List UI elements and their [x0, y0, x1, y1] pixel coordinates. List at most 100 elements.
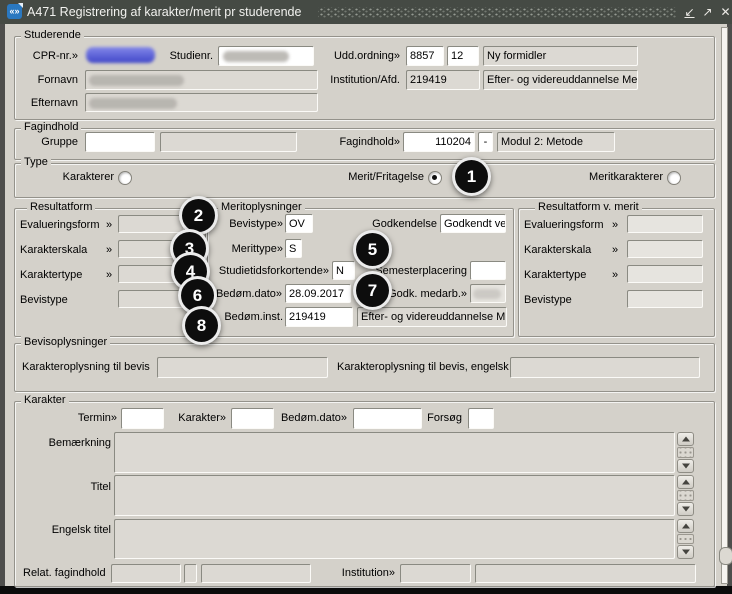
bedominst-field[interactable]: 219419: [285, 307, 353, 327]
bedominst-label: Bedøm.inst.: [224, 311, 283, 323]
group-fagindhold-legend: Fagindhold: [21, 121, 82, 134]
studietidsforkortende-field[interactable]: N: [332, 261, 355, 280]
merit-karakterskala-required-marker: »: [612, 244, 619, 256]
karakter-label: Karakter»: [178, 412, 226, 424]
bevistype-field: [118, 290, 184, 308]
studienr-field[interactable]: [218, 46, 314, 66]
scroll-up-icon[interactable]: [677, 432, 694, 446]
fagindhold-label: Fagindhold»: [339, 136, 400, 148]
merit-evalueringsform-field: [627, 215, 703, 233]
titel-label: Titel: [90, 481, 111, 493]
fornavn-label: Fornavn: [37, 74, 78, 86]
studienr-label: Studienr.: [169, 50, 213, 62]
scroll-down-icon[interactable]: [677, 502, 694, 516]
close-icon[interactable]: ✕: [719, 0, 732, 24]
canvas-scrollbar-track[interactable]: [721, 27, 728, 584]
gruppe-navn-field: [160, 132, 297, 152]
fornavn-field: [85, 70, 318, 90]
relat-fagindhold-separator-field: [184, 564, 197, 583]
group-karakter-legend: Karakter: [21, 394, 69, 407]
karakteroplysning-bevis-engelsk-field: [510, 357, 700, 378]
merit-bevistype-field[interactable]: OV: [285, 214, 313, 233]
bedominst-navn-field: Efter- og videreuddannelse M: [357, 307, 507, 327]
redacted-cpr-value: [86, 47, 155, 63]
uddordning-label: Udd.ordning»: [333, 50, 400, 62]
termin-label: Termin»: [77, 412, 117, 424]
window-title: A471 Registrering af karakter/merit pr s…: [27, 5, 302, 19]
karaktertype-required-marker: »: [106, 269, 113, 281]
institution-afd-label: Institution/Afd.: [330, 74, 400, 86]
semesterplacering-field[interactable]: [470, 261, 506, 280]
evalueringsform-required-marker: »: [106, 219, 113, 231]
relat-fagindhold-kode-field: [111, 564, 181, 583]
group-meritoplysninger-legend: Meritoplysninger: [218, 201, 305, 214]
godkendelse-field[interactable]: Godkendt ved: [440, 214, 506, 233]
maximize-icon[interactable]: ↗: [700, 0, 715, 24]
bedomdato-label: Bedøm.dato»: [215, 288, 282, 300]
godkendelse-label: Godkendelse: [372, 218, 437, 230]
evalueringsform-label: Evalueringsform: [20, 219, 100, 231]
merittype-field[interactable]: S: [285, 239, 302, 258]
annotation-badge-7: 7: [353, 271, 392, 310]
uddordning-version-field[interactable]: 12: [447, 46, 479, 66]
title-bar[interactable]: «» A471 Registrering af karakter/merit p…: [0, 0, 732, 24]
scroll-thumb[interactable]: [677, 490, 694, 501]
fagindhold-kode-field[interactable]: 110204: [403, 132, 475, 152]
annotation-badge-5: 5: [353, 230, 392, 269]
meritkarakterer-radio[interactable]: [667, 171, 681, 185]
karakterer-radio[interactable]: [118, 171, 132, 185]
uddordning-kode-field[interactable]: 8857: [406, 46, 444, 66]
titel-scrollbar[interactable]: [677, 475, 694, 516]
scroll-down-icon[interactable]: [677, 459, 694, 473]
scroll-up-icon[interactable]: [677, 475, 694, 489]
canvas-scrollbar-button[interactable]: [719, 547, 732, 565]
titel-field: [114, 475, 675, 516]
bemaerkning-scrollbar[interactable]: [677, 432, 694, 473]
relat-institution-navn-field: [475, 564, 696, 583]
annotation-badge-1: 1: [452, 157, 491, 196]
godk-medarb-field: [470, 284, 506, 303]
karakterer-radio-label: Karakterer: [62, 171, 114, 183]
forsog-field[interactable]: [468, 408, 494, 429]
karaktertype-label: Karaktertype: [20, 269, 83, 281]
engelsk-titel-label: Engelsk titel: [51, 524, 111, 536]
merit-karaktertype-field: [627, 265, 703, 283]
bedomdato-field[interactable]: 28.09.2017: [285, 284, 351, 303]
engelsk-titel-field: [114, 519, 675, 559]
merit-karaktertype-label: Karaktertype: [524, 269, 587, 281]
redacted-efternavn-value: [89, 98, 177, 109]
karakter-field[interactable]: [231, 408, 274, 429]
app-icon: «»: [7, 3, 23, 19]
window-border-left: [0, 24, 5, 586]
titlebar-texture: [318, 7, 676, 18]
merit-bevistype2-label: Bevistype: [524, 294, 572, 306]
redacted-studienr-value: [223, 51, 289, 62]
gruppe-label: Gruppe: [41, 136, 78, 148]
meritkarakterer-radio-label: Meritkarakterer: [589, 171, 663, 183]
gruppe-kode-field[interactable]: [85, 132, 155, 152]
bevistype-label: Bevistype: [20, 294, 68, 306]
scroll-up-icon[interactable]: [677, 519, 694, 533]
institution-kode-field: 219419: [406, 70, 480, 90]
engelsk-titel-scrollbar[interactable]: [677, 519, 694, 559]
scroll-thumb[interactable]: [677, 447, 694, 458]
merit-fritagelse-radio[interactable]: [428, 171, 442, 185]
redacted-fornavn-value: [89, 75, 184, 86]
godk-medarb-label: Godk. medarb.»: [388, 288, 467, 300]
karakteroplysning-bevis-engelsk-label: Karakteroplysning til bevis, engelsk: [337, 361, 509, 373]
bemaerkning-label: Bemærkning: [48, 437, 111, 449]
studietidsforkortende-label: Studietidsforkortende»: [218, 265, 329, 277]
scroll-thumb[interactable]: [677, 534, 694, 544]
relat-fagindhold-label: Relat. fagindhold: [23, 567, 106, 579]
relat-institution-kode-field: [400, 564, 471, 583]
termin-field[interactable]: [121, 408, 164, 429]
scroll-down-icon[interactable]: [677, 545, 694, 559]
annotation-badge-8: 8: [182, 306, 221, 345]
karakter-bedomdato-label: Bedøm.dato»: [280, 412, 347, 424]
cpr-label: CPR-nr.»: [32, 50, 78, 62]
evalueringsform-field: [118, 215, 184, 233]
minimize-icon[interactable]: ↙: [682, 0, 697, 24]
merit-bevistype-label: Bevistype»: [229, 218, 283, 230]
karakterskala-label: Karakterskala: [20, 244, 88, 256]
merit-bevistype2-field: [627, 290, 703, 308]
